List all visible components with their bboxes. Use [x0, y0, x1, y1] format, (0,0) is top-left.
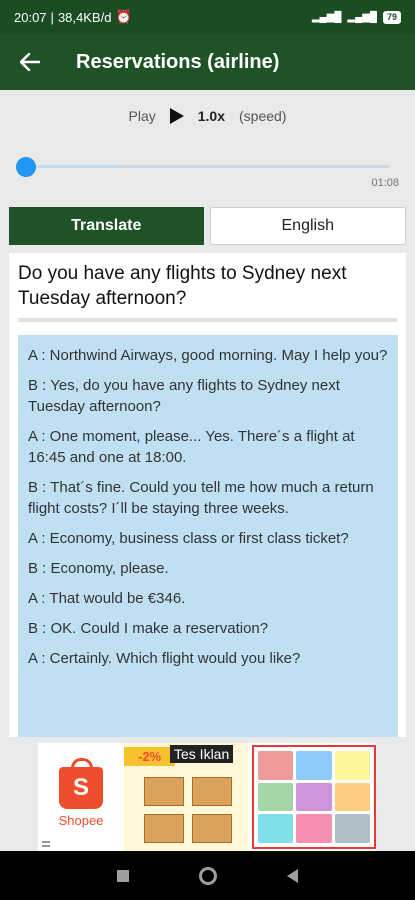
- ad-product-puzzle[interactable]: -2% Tes Iklan: [124, 743, 248, 851]
- puzzle-image: [144, 777, 232, 843]
- player-controls: Play 1.0x (speed): [0, 98, 415, 134]
- duration-label: 01:08: [371, 177, 399, 189]
- ad-product-alphabet[interactable]: [252, 745, 376, 849]
- divider: [18, 318, 397, 322]
- speed-label: (speed): [239, 108, 287, 124]
- content-card: Do you have any flights to Sydney next T…: [9, 253, 406, 737]
- alarm-icon: ⏰: [115, 9, 132, 24]
- dialog-line: B : Yes, do you have any flights to Sydn…: [28, 377, 340, 415]
- status-right: ▂▄▆█ ▂▄▆█ 79: [311, 10, 401, 24]
- dialog-box[interactable]: A : Northwind Airways, good morning. May…: [18, 335, 398, 737]
- translate-button[interactable]: Translate: [9, 207, 204, 245]
- battery-icon: 79: [382, 10, 401, 24]
- nav-back-icon[interactable]: [287, 868, 298, 883]
- dialog-line: B : Economy, please.: [28, 560, 169, 577]
- menu-icon[interactable]: [42, 841, 50, 847]
- home-icon[interactable]: [199, 866, 217, 885]
- play-label: Play: [128, 108, 156, 124]
- dialog-line: A : Northwind Airways, good morning. May…: [28, 347, 388, 364]
- dialog-line: A : Certainly. Which flight would you li…: [28, 650, 301, 667]
- dialog-line: B : OK. Could I make a reservation?: [28, 620, 269, 637]
- status-bar: 20:07 | 38,4KB/d ⏰ ▂▄▆█ ▂▄▆█ 79: [0, 0, 415, 34]
- back-button[interactable]: [0, 34, 60, 90]
- status-left: 20:07 | 38,4KB/d ⏰: [14, 9, 132, 25]
- english-button[interactable]: English: [209, 207, 406, 245]
- shopee-label: Shopee: [58, 812, 104, 828]
- ad-banner[interactable]: S Shopee -2% Tes Iklan: [38, 743, 376, 851]
- system-nav-bar: [0, 851, 415, 900]
- shopping-bag-icon: S: [59, 757, 103, 809]
- dialog-line: A : That would be €346.: [28, 590, 186, 607]
- signal-icon-2: ▂▄▆█: [347, 11, 377, 23]
- network-speed: 38,4KB/d: [57, 9, 112, 25]
- shopee-logo[interactable]: S Shopee: [38, 743, 124, 851]
- action-buttons: Translate English: [9, 207, 406, 245]
- dialog-line: A : Economy, business class or first cla…: [28, 530, 349, 547]
- app-bar: Reservations (airline): [0, 34, 415, 90]
- status-time: 20:07: [14, 9, 47, 25]
- signal-icon: ▂▄▆█: [311, 11, 342, 23]
- seek-bar[interactable]: [16, 157, 390, 177]
- seek-thumb[interactable]: [16, 157, 36, 177]
- ad-tag: Tes Iklan: [170, 745, 234, 763]
- speed-button[interactable]: 1.0x: [198, 108, 225, 124]
- recent-apps-icon[interactable]: [117, 869, 129, 882]
- discount-badge: -2%: [124, 747, 176, 766]
- dialog-line: B : That´s fine. Could you tell me how m…: [28, 479, 374, 517]
- page-title: Reservations (airline): [76, 50, 280, 73]
- dialog-line: A : One moment, please... Yes. There´s a…: [28, 428, 355, 466]
- arrow-left-icon: [20, 53, 40, 71]
- play-icon[interactable]: [169, 108, 184, 124]
- question-text: Do you have any flights to Sydney next T…: [18, 263, 347, 309]
